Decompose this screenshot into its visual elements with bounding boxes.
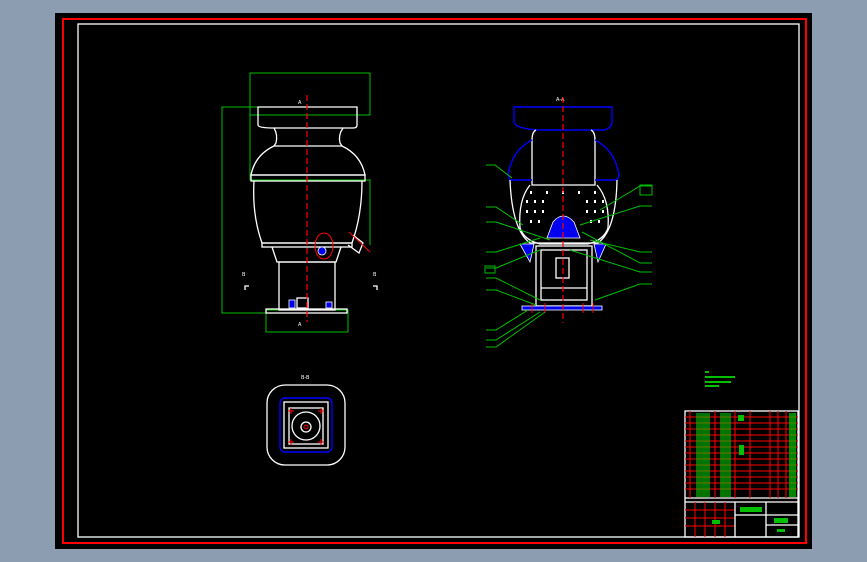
front-view: A A B B — [221, 72, 378, 333]
inner-frame — [77, 23, 800, 538]
cut-marker-a-bottom: A — [298, 322, 302, 328]
section-bb-view: B-B — [266, 375, 346, 466]
outer-frame — [62, 18, 807, 544]
section-aa-label: A-A — [556, 97, 565, 103]
cut-marker-b-right: B — [373, 272, 377, 278]
cad-drawing: A A B B A-A B-B — [62, 18, 807, 544]
section-bb-label: B-B — [301, 375, 310, 381]
cut-marker-b-left: B — [242, 272, 246, 278]
section-aa-view: A-A — [484, 97, 653, 348]
title-block — [684, 410, 799, 538]
cut-marker-a-top: A — [298, 100, 302, 106]
technical-notes — [705, 371, 735, 387]
